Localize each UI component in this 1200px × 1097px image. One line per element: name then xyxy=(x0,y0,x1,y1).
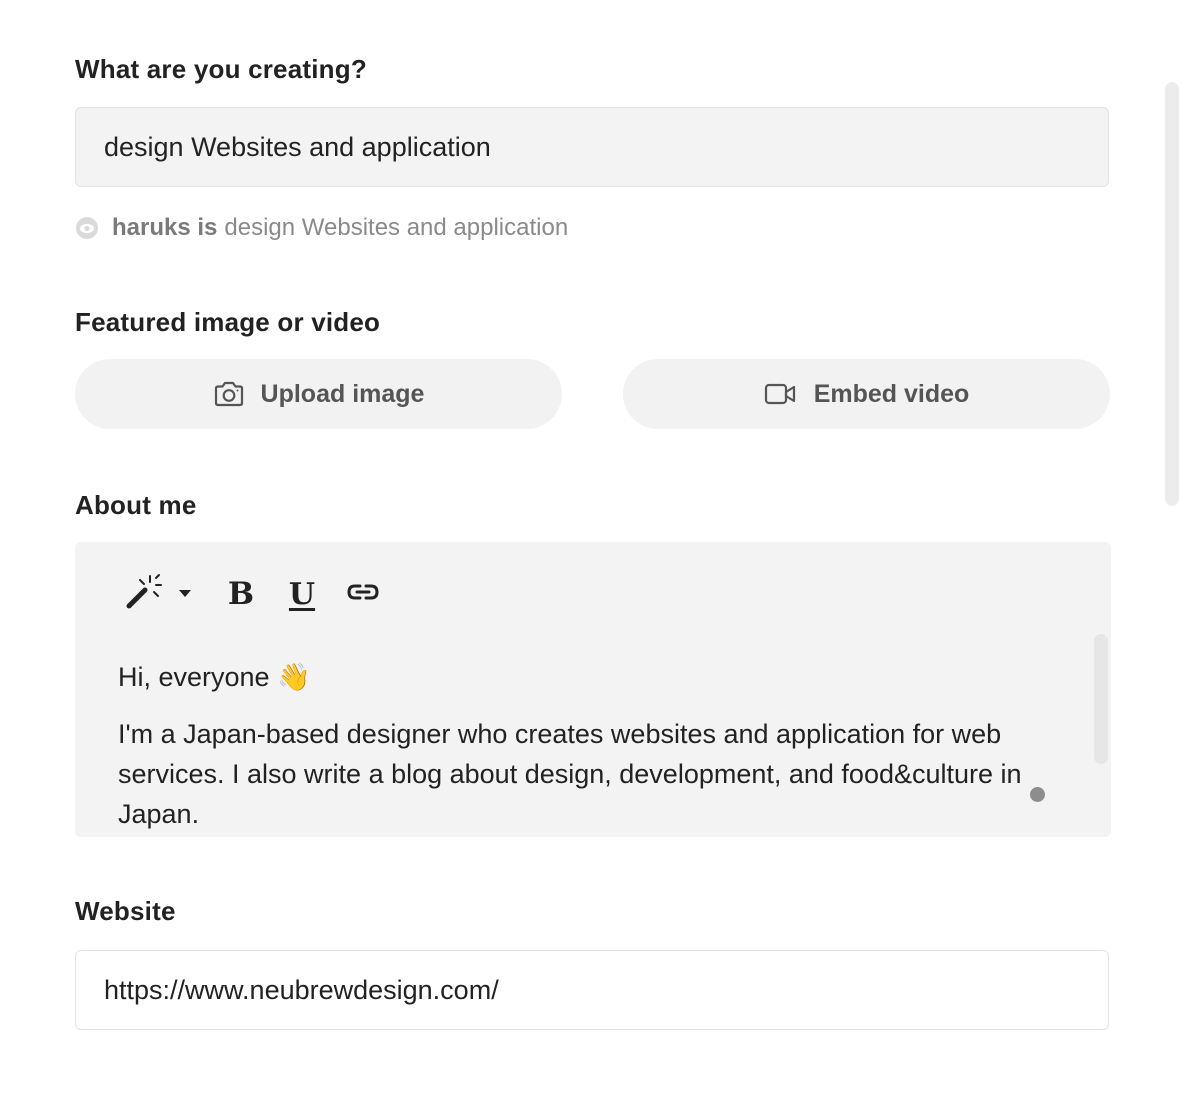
embed-video-button[interactable]: Embed video xyxy=(623,359,1110,429)
creating-input[interactable]: design Websites and application xyxy=(75,107,1109,187)
underline-button[interactable]: U xyxy=(286,572,318,616)
about-greeting: Hi, everyone 👋 xyxy=(118,662,311,692)
editor-scrollbar[interactable] xyxy=(1094,634,1108,764)
magic-wand-icon xyxy=(123,572,179,617)
chevron-down-icon xyxy=(179,585,191,603)
creating-label: What are you creating? xyxy=(75,54,367,84)
about-text[interactable]: Hi, everyone 👋 I'm a Japan-based designe… xyxy=(118,657,1058,834)
website-label: Website xyxy=(75,896,176,926)
preview-username: haruks is xyxy=(112,214,218,241)
link-icon xyxy=(346,581,380,608)
about-editor[interactable]: B U Hi, everyone 👋 I'm a Japan-based des… xyxy=(75,542,1111,837)
bold-button[interactable]: B xyxy=(225,572,257,616)
camera-icon xyxy=(213,380,245,408)
preview-text: design Websites and application xyxy=(224,214,569,241)
link-button[interactable] xyxy=(345,572,381,616)
editor-resize-handle[interactable] xyxy=(1030,787,1045,802)
about-label: About me xyxy=(75,490,197,520)
video-camera-icon xyxy=(764,381,798,407)
upload-image-button[interactable]: Upload image xyxy=(75,359,562,429)
eye-icon xyxy=(75,216,99,240)
upload-image-label: Upload image xyxy=(260,379,425,408)
featured-label: Featured image or video xyxy=(75,307,381,337)
website-input[interactable]: https://www.neubrewdesign.com/ xyxy=(75,950,1109,1030)
magic-format-dropdown[interactable] xyxy=(126,572,191,616)
about-body: I'm a Japan-based designer who creates w… xyxy=(118,719,1022,829)
edit-profile-form: What are you creating? design Websites a… xyxy=(0,0,1200,1097)
creating-preview: haruks is design Websites and applicatio… xyxy=(75,210,568,246)
embed-video-label: Embed video xyxy=(813,379,970,408)
page-scrollbar[interactable] xyxy=(1165,82,1179,506)
